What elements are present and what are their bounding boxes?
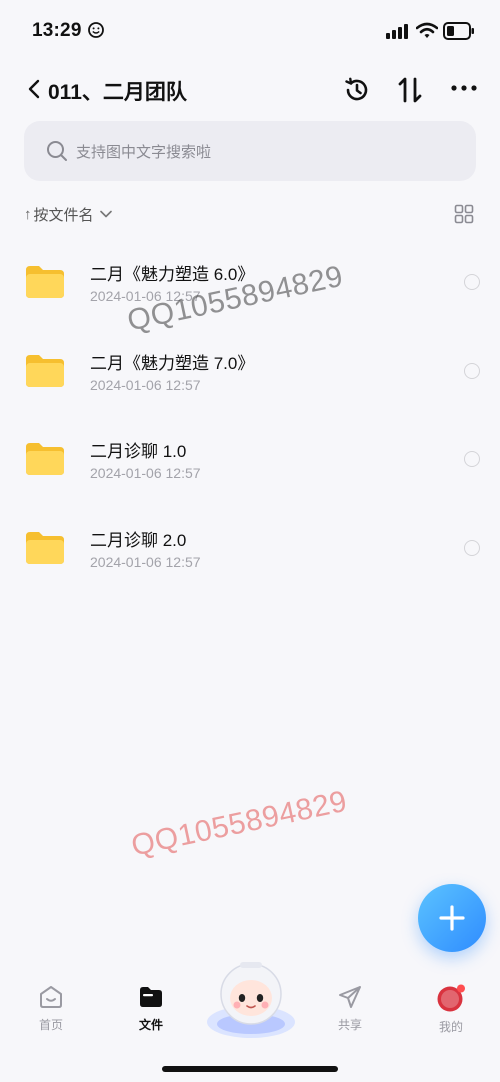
folder-icon bbox=[26, 354, 64, 387]
battery-icon bbox=[443, 22, 474, 40]
search-icon bbox=[47, 141, 67, 161]
tab-label: 文件 bbox=[138, 1018, 163, 1032]
smile-icon bbox=[88, 22, 104, 38]
watermark: QQ1055894829 bbox=[128, 784, 351, 863]
select-radio[interactable] bbox=[464, 274, 480, 290]
chevron-down-icon bbox=[99, 210, 112, 218]
tab-share[interactable]: 共享 bbox=[320, 984, 380, 1033]
sort-arrows-icon[interactable] bbox=[397, 75, 423, 105]
tab-label: 共享 bbox=[337, 1018, 362, 1032]
tab-label: 首页 bbox=[38, 1018, 63, 1032]
file-name: 二月《魅力塑造 6.0》 bbox=[90, 265, 255, 284]
status-time: 13:29 bbox=[32, 20, 82, 41]
select-radio[interactable] bbox=[464, 451, 480, 467]
search-placeholder: 支持图中文字搜索啦 bbox=[76, 144, 212, 161]
file-date: 2024-01-06 12:57 bbox=[90, 553, 201, 570]
sort-label: 按文件名 bbox=[33, 206, 94, 224]
navigation-header: 011、二月团队 bbox=[0, 70, 500, 110]
tab-files[interactable]: 文件 bbox=[121, 984, 181, 1033]
select-radio[interactable] bbox=[464, 362, 480, 379]
file-date: 2024-01-06 12:57 bbox=[90, 465, 201, 481]
select-radio[interactable] bbox=[464, 539, 480, 556]
more-icon[interactable] bbox=[450, 78, 478, 98]
tab-mine[interactable]: 我的 bbox=[421, 984, 481, 1035]
sort-row: ↑ 按文件名 bbox=[24, 202, 476, 226]
add-button[interactable] bbox=[418, 884, 486, 952]
folder-icon bbox=[26, 266, 64, 298]
file-date: 2024-01-06 12:57 bbox=[90, 376, 201, 393]
file-name: 二月诊聊 1.0 bbox=[90, 442, 187, 461]
wifi-icon bbox=[416, 22, 438, 38]
file-name: 二月《魅力塑造 7.0》 bbox=[90, 353, 255, 373]
list-item[interactable]: 二月诊聊 1.0 2024-01-06 12:57 bbox=[0, 415, 500, 504]
sort-selector[interactable]: ↑ 按文件名 bbox=[24, 202, 112, 226]
page-title: 011、二月团队 bbox=[48, 81, 187, 104]
list-item[interactable]: 二月《魅力塑造 7.0》 2024-01-06 12:57 bbox=[0, 327, 500, 416]
file-name: 二月诊聊 2.0 bbox=[90, 530, 187, 550]
home-icon bbox=[40, 986, 62, 1008]
list-item[interactable]: 二月诊聊 2.0 2024-01-06 12:57 bbox=[0, 504, 500, 593]
avatar-icon bbox=[437, 984, 465, 1012]
tab-home[interactable]: 首页 bbox=[21, 984, 81, 1033]
tab-label: 我的 bbox=[438, 1020, 463, 1034]
folder-icon bbox=[140, 987, 162, 1007]
home-indicator bbox=[162, 1066, 338, 1072]
status-bar: 13:29 bbox=[0, 0, 500, 64]
signal-icon bbox=[386, 24, 408, 39]
search-input[interactable]: 支持图中文字搜索啦 bbox=[24, 121, 476, 181]
send-icon bbox=[339, 986, 361, 1008]
grid-view-icon[interactable] bbox=[454, 204, 474, 224]
folder-icon bbox=[26, 531, 64, 564]
chevron-left-icon[interactable] bbox=[26, 78, 42, 100]
mascot-icon[interactable] bbox=[204, 956, 298, 1040]
plus-icon bbox=[439, 905, 465, 931]
folder-icon bbox=[26, 443, 64, 475]
history-icon[interactable] bbox=[343, 76, 371, 104]
sort-direction-icon: ↑ bbox=[24, 205, 32, 223]
